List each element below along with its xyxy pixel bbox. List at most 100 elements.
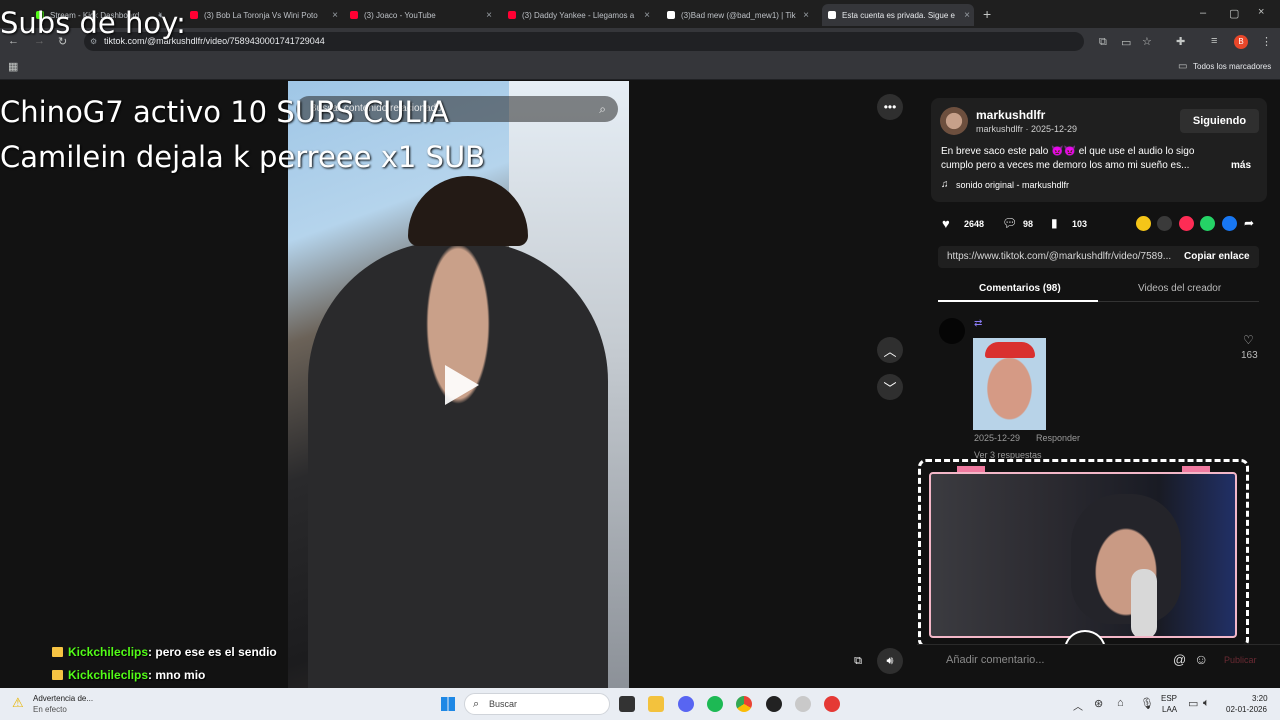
close-window-icon[interactable]: × [1258,6,1264,18]
maximize-icon[interactable]: ▢ [1229,7,1239,20]
close-tab-icon[interactable]: × [803,10,809,21]
share-arrow-icon[interactable]: ➦ [1244,216,1254,230]
tab-private-account[interactable]: Esta cuenta es privada. Sigue e × [822,4,974,26]
author-username[interactable]: markushdlfr [976,108,1045,122]
close-tab-icon[interactable]: × [644,10,650,21]
tiktok-icon [667,11,675,19]
discord-icon[interactable] [678,696,694,712]
sub-line-1: ChinoG7 activo 10 SUBS CULIA [0,95,450,129]
tab-comments[interactable]: Comentarios (98) [979,283,1061,294]
tab-bob-la-toronja[interactable]: (3) Bob La Toronja Vs Wini Poto × [190,4,342,26]
file-explorer-icon[interactable] [648,696,664,712]
more-options-icon[interactable]: ••• [877,94,903,120]
video-link[interactable]: https://www.tiktok.com/@markushdlfr/vide… [947,251,1171,262]
tab-label: (3) Daddy Yankee - Llegamos a [522,10,635,20]
comment-input[interactable]: Añadir comentario... [946,654,1044,666]
warning-icon[interactable]: ⚠ [12,695,24,711]
minimize-icon[interactable]: – [1200,7,1206,19]
profile-avatar[interactable]: B [1234,35,1248,49]
chat-message: Kickchileclips: pero ese es el sendio [52,645,277,659]
tab-daddy-yankee[interactable]: (3) Daddy Yankee - Llegamos a × [508,4,654,26]
embed-icon[interactable] [1157,216,1172,231]
tray-app-icon[interactable]: ⊛ [1094,697,1103,710]
taskbar-search-label: Buscar [489,699,518,709]
folder-icon[interactable]: ▭ [1178,61,1187,72]
bookmark-icon[interactable]: ▮ [1051,216,1058,230]
obs-icon[interactable] [766,696,782,712]
close-tab-icon[interactable]: × [964,10,970,21]
language-code[interactable]: ESP [1161,694,1177,703]
tab-label: (3)Bad mew (@bad_mew1) | Tik [681,10,796,20]
record-app-icon[interactable] [824,696,840,712]
subs-title: Subs de hoy: [0,6,186,40]
taskbar-search[interactable]: ⌕ Buscar [464,693,610,715]
cast-icon[interactable]: ▭ [1121,36,1131,49]
sub-line-2: Camilein dejala k perreee x1 SUB [0,140,486,174]
post-comment-button[interactable]: Publicar [1224,655,1257,665]
frame-ornament-right [1182,466,1210,472]
play-icon[interactable] [445,365,479,405]
bookmark-star-icon[interactable]: ☆ [1142,35,1152,48]
facebook-icon[interactable] [1222,216,1237,231]
menu-kebab-icon[interactable]: ⋮ [1261,35,1272,48]
comment-composer [917,644,1280,688]
copy-link-button[interactable]: Copiar enlace [1184,251,1250,262]
tab-joaco[interactable]: (3) Joaco - YouTube × [350,4,496,26]
close-tab-icon[interactable]: × [332,10,338,21]
save-count: 103 [1072,219,1088,229]
comment-count: 98 [1023,219,1034,229]
notification-title[interactable]: Advertencia de... [33,694,93,703]
comment-sticker-image[interactable] [973,338,1046,430]
sound-name[interactable]: sonido original - markushdlfr [956,180,1069,190]
close-tab-icon[interactable]: × [486,10,492,21]
tray-network-icon[interactable]: ⌂ [1117,697,1124,709]
search-icon[interactable]: ⌕ [599,96,606,122]
language-layout: LAA [1162,705,1178,714]
all-bookmarks-label[interactable]: Todos los marcadores [1193,62,1271,71]
tab-label: (3) Bob La Toronja Vs Wini Poto [204,10,318,20]
extensions-icon[interactable]: ✚ [1176,35,1185,48]
tray-volume-icon[interactable]: 🔈︎ [1203,697,1210,710]
tray-mic-icon[interactable]: 🎙︎ [1140,697,1154,710]
tab-bad-mew[interactable]: (3)Bad mew (@bad_mew1) | Tik × [667,4,813,26]
windows-start-icon[interactable] [441,697,455,711]
tab-label: (3) Joaco - YouTube [364,10,436,20]
caption-more-link[interactable]: más [1231,160,1251,171]
pip-icon[interactable]: ⧉ [845,648,871,674]
media-controls-icon[interactable]: ≡ [1211,35,1217,47]
emoji-share-icon[interactable] [1136,216,1151,231]
new-tab-icon[interactable]: + [983,6,991,22]
sticker-cap [985,342,1035,358]
comment-like-icon[interactable]: ♡ [1243,333,1254,347]
send-to-friends-icon[interactable] [1179,216,1194,231]
tab-creator-videos[interactable]: Videos del creador [1138,283,1221,294]
next-video-button[interactable]: ﹀ [877,374,903,400]
comment-icon[interactable]: 💬︎ [1002,216,1017,230]
chat-message: Kickchileclips: mno mio [52,668,205,682]
active-tab-indicator [938,300,1098,302]
frame-ornament-left [957,466,985,472]
tray-monitor-icon[interactable]: ▭ [1188,697,1198,710]
task-view-icon[interactable] [619,696,635,712]
app-icon[interactable] [795,696,811,712]
previous-video-button[interactable]: ︿ [877,337,903,363]
taskbar [0,688,1280,720]
author-avatar[interactable] [940,107,968,135]
volume-icon[interactable]: 🔊︎ [877,648,903,674]
author-handle-date: markushdlfr · 2025-12-29 [976,124,1078,134]
heart-icon[interactable]: ♥ [942,216,950,231]
address-bar[interactable]: ⚙ tiktok.com/@markushdlfr/video/75894300… [84,32,1084,51]
tray-chevron-icon[interactable]: ︿ [1073,698,1083,713]
following-button[interactable]: Siguiendo [1180,109,1259,133]
spotify-icon[interactable] [707,696,723,712]
translate-icon[interactable]: ⧉ [1099,36,1107,49]
apps-grid-icon[interactable]: ▦ [8,60,18,73]
whatsapp-icon[interactable] [1200,216,1215,231]
mention-icon[interactable]: @ [1173,652,1186,667]
commenter-avatar[interactable] [939,318,965,344]
chrome-icon[interactable] [736,696,752,712]
emoji-icon[interactable]: ☺ [1194,651,1208,667]
clock-time[interactable]: 3:20 [1252,694,1268,703]
reply-button[interactable]: Responder [1036,433,1080,443]
youtube-icon [350,11,358,19]
